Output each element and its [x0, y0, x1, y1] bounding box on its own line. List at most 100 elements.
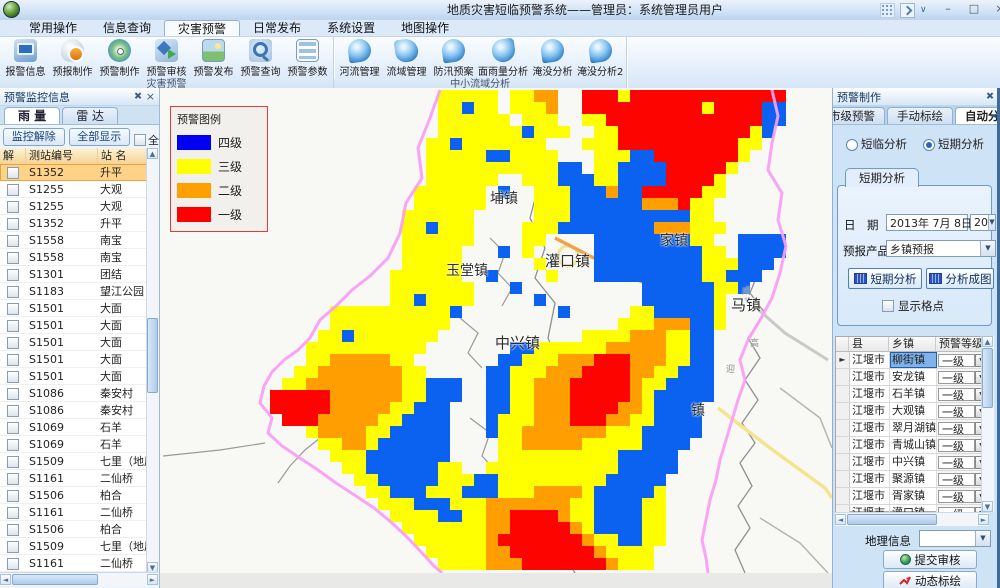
checkbox-icon[interactable] — [7, 201, 19, 213]
checkbox-icon[interactable] — [7, 371, 19, 383]
scrollbar-thumb[interactable] — [12, 574, 98, 585]
toolbar-item-防汛预案[interactable]: 防汛预案 — [430, 38, 477, 78]
col-station-id[interactable]: 测站编号 — [26, 148, 98, 164]
menu-item-信息查询[interactable]: 信息查询 — [90, 20, 164, 36]
scroll-up-icon[interactable]: ▲ — [982, 336, 993, 347]
checkbox-icon[interactable] — [7, 354, 19, 366]
town-cell[interactable]: 聚源镇 — [890, 471, 937, 487]
tab-city-warning[interactable]: 市级预警 — [833, 107, 885, 124]
chevron-down-icon[interactable]: ▼ — [975, 531, 990, 546]
scroll-right-icon[interactable]: ► — [147, 574, 158, 585]
col-release[interactable]: 解 除 — [0, 148, 26, 164]
geo-info-combobox[interactable]: ▼ — [919, 530, 991, 547]
menu-item-日常发布[interactable]: 日常发布 — [240, 20, 314, 36]
station-row[interactable]: S1501大面 — [0, 334, 148, 351]
minimize-button[interactable]: – — [938, 2, 958, 17]
scrollbar-thumb[interactable] — [847, 514, 937, 525]
checkbox-icon[interactable] — [7, 218, 19, 230]
station-row[interactable]: S1506柏合 — [0, 487, 148, 504]
chevron-down-icon[interactable]: ▼ — [988, 215, 995, 230]
town-cell[interactable]: 石羊镇 — [890, 386, 937, 402]
scroll-down-icon[interactable]: ▼ — [982, 501, 993, 512]
town-warning-row[interactable]: 江堰市翠月湖镇一级▼ — [836, 420, 988, 437]
town-cell[interactable]: 安龙镇 — [890, 369, 937, 385]
checkbox-icon[interactable] — [882, 300, 894, 312]
toolbar-item-流域管理[interactable]: 流域管理 — [383, 38, 430, 78]
checkbox-icon[interactable] — [7, 388, 19, 400]
toolbar-item-淹没分析[interactable]: 淹没分析 — [529, 38, 576, 78]
station-table[interactable]: S1352升平S1255大观S1255大观S1352升平S1558南宝S1558… — [0, 164, 148, 573]
toolbar-item-淹没分析2[interactable]: 淹没分析2 — [576, 38, 624, 78]
town-warning-row[interactable]: 江堰市中兴镇一级▼ — [836, 454, 988, 471]
station-row[interactable]: S1069石羊 — [0, 436, 148, 453]
station-row[interactable]: S1161二仙桥 — [0, 504, 148, 521]
product-combobox[interactable]: 乡镇预报 ▼ — [886, 240, 996, 257]
col-station-name[interactable]: 站 名 — [98, 148, 148, 164]
checkbox-icon[interactable] — [7, 405, 19, 417]
maximize-button[interactable]: □ — [964, 2, 984, 17]
tab-manual-draw[interactable]: 手动标绘 — [887, 107, 953, 124]
town-cell[interactable]: 胥家镇 — [890, 488, 937, 504]
station-row[interactable]: S1509七里（地质灾 — [0, 453, 148, 470]
station-row[interactable]: S1352升平 — [0, 164, 148, 181]
station-row[interactable]: S1501大面 — [0, 351, 148, 368]
date-combobox[interactable]: 2013年 7月 8日 ▼ — [886, 214, 968, 231]
scroll-right-icon[interactable]: ► — [978, 514, 989, 525]
checkbox-icon[interactable] — [7, 235, 19, 247]
town-warning-row[interactable]: ►江堰市柳街镇一级▼ — [836, 352, 988, 369]
grid-icon[interactable] — [880, 3, 895, 18]
pin-icon[interactable]: ✚ — [982, 90, 996, 104]
scroll-up-icon[interactable]: ▲ — [147, 148, 158, 159]
station-row[interactable]: S1069石羊 — [0, 419, 148, 436]
checkbox-icon[interactable] — [7, 337, 19, 349]
toolbar-item-河流管理[interactable]: 河流管理 — [336, 38, 383, 78]
hour-combobox[interactable]: 20 ▼ — [970, 214, 996, 231]
checkbox-icon[interactable] — [7, 286, 19, 298]
station-row[interactable]: S1506柏合 — [0, 521, 148, 538]
chevron-down-icon[interactable]: ∨ — [920, 4, 927, 17]
checkbox-icon[interactable] — [7, 303, 19, 315]
station-row[interactable]: S1255大观 — [0, 181, 148, 198]
town-warning-row[interactable]: 江堰市安龙镇一级▼ — [836, 369, 988, 386]
toolbar-item-报警信息[interactable]: 报警信息 — [2, 38, 49, 78]
close-icon[interactable]: × — [146, 90, 155, 103]
close-button[interactable]: × — [990, 2, 1000, 17]
shortterm-analyze-button[interactable]: 短期分析 — [848, 268, 922, 289]
checkbox-icon[interactable] — [134, 134, 146, 146]
toolbar-item-预警参数[interactable]: 预警参数 — [284, 38, 331, 78]
checkbox-icon[interactable] — [7, 269, 19, 281]
toolbar-item-预警审核[interactable]: 预警审核 — [143, 38, 190, 78]
expand-icon[interactable] — [900, 3, 915, 18]
checkbox-icon[interactable] — [7, 439, 19, 451]
checkbox-icon[interactable] — [7, 320, 19, 332]
checkbox-icon[interactable] — [7, 490, 19, 502]
checkbox-icon[interactable] — [7, 507, 19, 519]
map-canvas[interactable]: 埔镇灌口镇家镇玉堂镇中兴镇马镇镇成高迎 预警图例 四级三级二级一级 — [160, 88, 832, 573]
town-cell[interactable]: 青城山镇 — [890, 437, 937, 453]
menu-item-灾害预警[interactable]: 灾害预警 — [164, 20, 240, 36]
toolbar-item-预警查询[interactable]: 预警查询 — [237, 38, 284, 78]
subtab-shortterm[interactable]: 短期分析 — [845, 168, 919, 187]
checkbox-icon[interactable] — [7, 456, 19, 468]
station-row[interactable]: S1086秦安村 — [0, 402, 148, 419]
station-row[interactable]: S1501大面 — [0, 368, 148, 385]
chevron-down-icon[interactable]: ▼ — [980, 241, 995, 256]
menu-item-系统设置[interactable]: 系统设置 — [314, 20, 388, 36]
checkbox-icon[interactable] — [7, 422, 19, 434]
toolbar-item-预警发布[interactable]: 预警发布 — [190, 38, 237, 78]
station-table-vscrollbar[interactable]: ▲ ▼ — [146, 148, 159, 573]
col-county[interactable]: 县 — [849, 337, 889, 351]
scrollbar-thumb[interactable] — [147, 318, 158, 393]
town-warning-row[interactable]: 江堰市青城山镇一级▼ — [836, 437, 988, 454]
radio-shortterm[interactable]: 短期分析 — [923, 136, 984, 152]
show-gridpoints-checkbox[interactable]: 显示格点 — [882, 298, 944, 314]
station-row[interactable]: S1501大面 — [0, 317, 148, 334]
station-table-hscrollbar[interactable]: ◄ ► — [0, 572, 158, 586]
station-row[interactable]: S1161二仙桥 — [0, 555, 148, 572]
station-row[interactable]: S1509七里（地质灾 — [0, 538, 148, 555]
toolbar-item-面雨量分析[interactable]: 面雨量分析 — [477, 38, 529, 78]
checkbox-icon[interactable] — [7, 167, 19, 179]
radio-shortimminent[interactable]: 短临分析 — [846, 136, 907, 152]
checkbox-icon[interactable] — [7, 541, 19, 553]
station-row[interactable]: S1558南宝 — [0, 249, 148, 266]
